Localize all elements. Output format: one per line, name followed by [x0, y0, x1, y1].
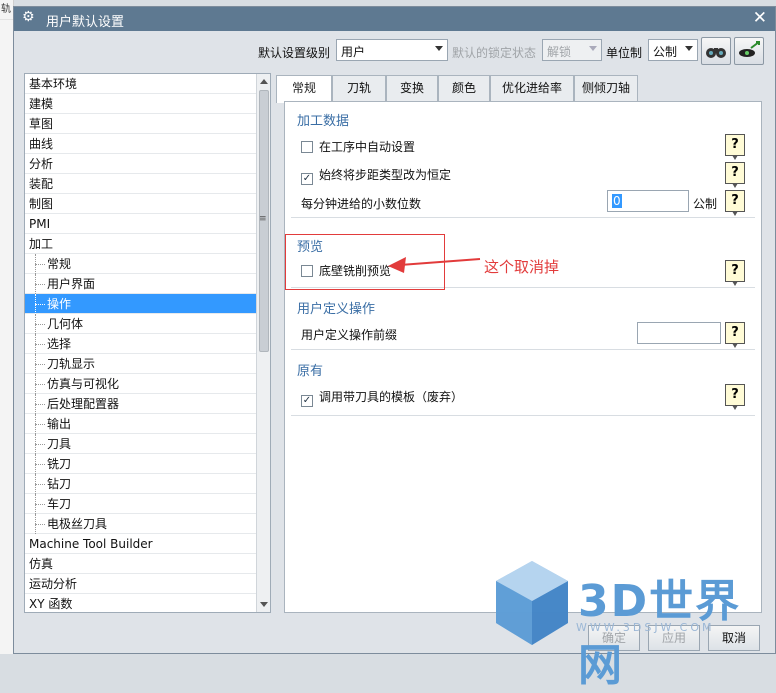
scroll-up-icon[interactable] [260, 79, 268, 84]
help-icon[interactable]: ? [725, 322, 745, 348]
group-title: 原有 [297, 364, 324, 379]
tree-item[interactable]: 电极丝刀具 [25, 514, 270, 534]
close-icon[interactable]: ✕ [753, 8, 767, 28]
find-button[interactable] [701, 37, 731, 65]
tree-item[interactable]: 钻刀 [25, 474, 270, 494]
watermark-url: WWW.3DSJW.COM [576, 621, 715, 634]
help-icon[interactable]: ? [725, 384, 745, 410]
tree-item[interactable]: PMI [25, 214, 270, 234]
tab-1[interactable]: 刀轨 [332, 75, 386, 101]
level-dropdown[interactable]: 用户 [336, 39, 448, 61]
tab-4[interactable]: 优化进给率 [490, 75, 574, 101]
tree-item[interactable]: 装配 [25, 174, 270, 194]
auto-set-label: 在工序中自动设置 [319, 140, 416, 154]
tree-item[interactable]: 运动分析 [25, 574, 270, 594]
decimals-input[interactable]: 0 [607, 190, 689, 212]
group-title: 用户定义操作 [297, 302, 376, 317]
chevron-down-icon [589, 46, 597, 51]
lock-dropdown[interactable]: 解锁 [542, 39, 602, 61]
grip-icon: ≡ [259, 214, 267, 224]
const-step-label: 始终将步距类型改为恒定 [319, 168, 452, 182]
const-step-option[interactable]: ✓ 始终将步距类型改为恒定 [301, 166, 451, 185]
legacy-group: 原有 ✓ 调用带刀具的模板（废弃） ? [291, 354, 755, 416]
decimals-label: 每分钟进给的小数位数 [301, 197, 422, 211]
help-icon[interactable]: ? [725, 190, 745, 216]
auto-set-checkbox[interactable] [301, 141, 313, 153]
tree-item[interactable]: 曲线 [25, 134, 270, 154]
user-defaults-dialog: ⚙ 用户默认设置 ✕ 默认设置级别 用户 默认的锁定状态 解锁 单位制 公制 基… [13, 6, 776, 691]
chevron-down-icon [685, 46, 693, 51]
help-icon[interactable]: ? [725, 260, 745, 286]
tree-item[interactable]: 操作 [25, 294, 270, 314]
decimals-unit: 公制 [693, 197, 718, 211]
tree-item[interactable]: 后处理配置器 [25, 394, 270, 414]
tree-item[interactable]: 车刀 [25, 494, 270, 514]
prefix-label: 用户定义操作前缀 [301, 328, 398, 342]
tree-item[interactable]: 铣刀 [25, 454, 270, 474]
background-cell: 轨 [0, 0, 13, 20]
category-tree[interactable]: 基本环境 建模 草图 曲线 分析 装配 制图 PMI 加工 常规 用户界面 操作 几何体 选择 刀轨显示 仿真… [24, 73, 271, 613]
tree-item[interactable]: 仿真与可视化 [25, 374, 270, 394]
tree-item[interactable]: 几何体 [25, 314, 270, 334]
lock-label: 默认的锁定状态 [452, 46, 537, 60]
lock-value: 解锁 [547, 45, 572, 59]
tree-scrollbar[interactable]: ≡ [256, 74, 270, 612]
tab-0[interactable]: 常规 [276, 75, 332, 103]
tree-item[interactable]: Machine Tool Builder [25, 534, 270, 554]
unit-label: 单位制 [606, 46, 643, 60]
template-option[interactable]: ✓ 调用带刀具的模板（废弃） [301, 388, 463, 407]
tab-3[interactable]: 颜色 [438, 75, 490, 101]
tree-item[interactable]: 制图 [25, 194, 270, 214]
tree-item[interactable]: 用户界面 [25, 274, 270, 294]
user-operation-group: 用户定义操作 用户定义操作前缀 ? [291, 292, 755, 350]
tree-item[interactable]: 草图 [25, 114, 270, 134]
tree-item[interactable]: 加工 [25, 234, 270, 254]
settings-panel: 加工数据 在工序中自动设置 ? ✓ 始终将步距类型改为恒定 ? 每分钟进给的小数位… [284, 101, 762, 613]
unit-value: 公制 [653, 45, 678, 59]
tree-item[interactable]: 刀具 [25, 434, 270, 454]
help-icon[interactable]: ? [725, 162, 745, 188]
const-step-checkbox[interactable]: ✓ [301, 173, 313, 185]
group-title: 加工数据 [297, 114, 350, 129]
scroll-down-icon[interactable] [260, 602, 268, 607]
binoculars-icon [706, 48, 726, 58]
template-label: 调用带刀具的模板（废弃） [319, 390, 464, 404]
prefix-input[interactable] [637, 322, 721, 344]
tree-item[interactable]: 输出 [25, 414, 270, 434]
unit-dropdown[interactable]: 公制 [648, 39, 698, 61]
decimals-value: 0 [612, 194, 622, 208]
chevron-down-icon [435, 46, 443, 51]
eye-arrow-icon [739, 41, 760, 57]
arrow-icon [388, 257, 481, 273]
tree-item[interactable]: 基本环境 [25, 74, 270, 94]
background-window-strip: 轨 [0, 0, 14, 654]
tree-item[interactable]: 分析 [25, 154, 270, 174]
tab-5[interactable]: 侧倾刀轴 [574, 75, 638, 101]
watermark: 3D世界网 WWW.3DSJW.COM [492, 555, 776, 691]
tree-item[interactable]: 选择 [25, 334, 270, 354]
export-button[interactable] [734, 37, 764, 65]
template-checkbox[interactable]: ✓ [301, 395, 313, 407]
dialog-title: 用户默认设置 [46, 15, 125, 30]
help-icon[interactable]: ? [725, 134, 745, 160]
tree-item[interactable]: XY 函数 [25, 594, 270, 612]
level-value: 用户 [341, 45, 366, 59]
title-bar[interactable]: ⚙ 用户默认设置 ✕ [14, 7, 775, 31]
toolbar: 默认设置级别 用户 默认的锁定状态 解锁 单位制 公制 [14, 37, 775, 67]
level-label: 默认设置级别 [258, 46, 331, 60]
tree-item[interactable]: 仿真 [25, 554, 270, 574]
tree-item[interactable]: 建模 [25, 94, 270, 114]
machining-data-group: 加工数据 在工序中自动设置 ? ✓ 始终将步距类型改为恒定 ? 每分钟进给的小数位… [291, 106, 755, 218]
cube-logo-icon [496, 561, 568, 645]
auto-set-option[interactable]: 在工序中自动设置 [301, 138, 415, 155]
annotation-text: 这个取消掉 [484, 258, 560, 276]
tree-item[interactable]: 常规 [25, 254, 270, 274]
tab-2[interactable]: 变换 [386, 75, 438, 101]
gear-icon: ⚙ [22, 9, 35, 25]
tree-item[interactable]: 刀轨显示 [25, 354, 270, 374]
